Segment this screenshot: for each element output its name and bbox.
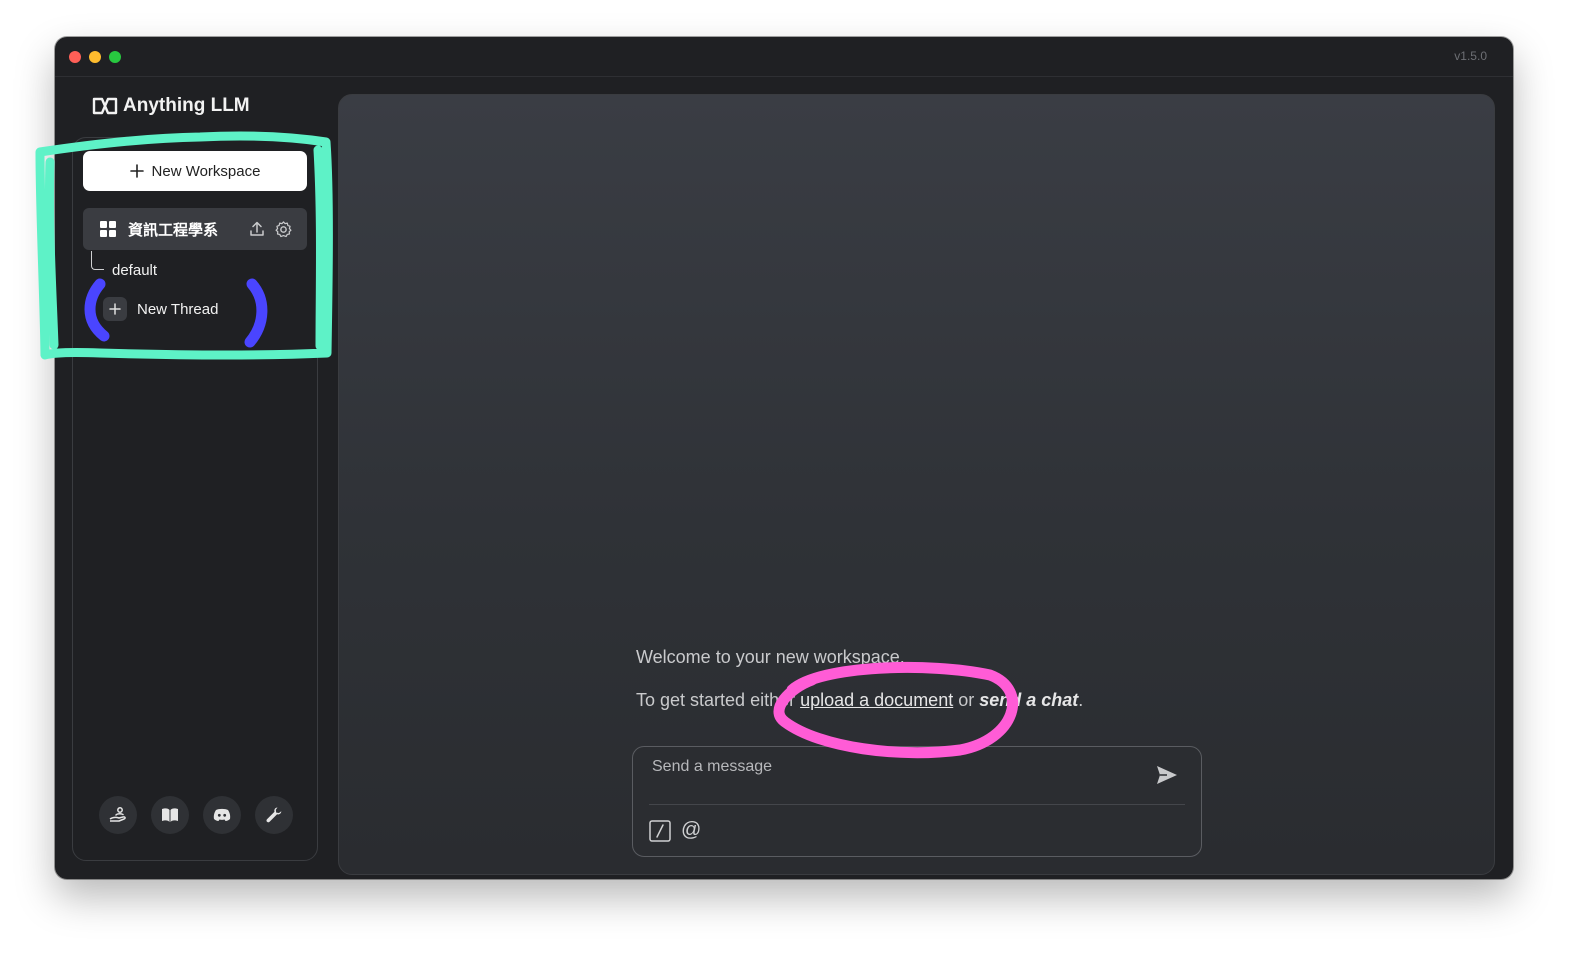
new-thread-label: New Thread [137, 300, 219, 318]
mention-agent-icon[interactable]: @ [681, 819, 701, 842]
app-logo: Anything LLM [92, 95, 250, 117]
new-workspace-button[interactable]: New Workspace [83, 151, 307, 191]
get-started-prefix: To get started either [636, 690, 801, 710]
logo-text: Anything LLM [123, 95, 250, 116]
thread-tree-line [91, 251, 104, 270]
docs-book-icon[interactable] [151, 796, 189, 834]
chat-input-box: @ [632, 746, 1202, 857]
thread-item-default[interactable]: default [112, 262, 157, 279]
get-started-or: or [953, 690, 980, 710]
plus-icon [129, 164, 144, 178]
new-workspace-label: New Workspace [151, 162, 261, 180]
chat-area: Welcome to your new workspace. To get st… [338, 94, 1495, 875]
get-started-suffix: . [1078, 690, 1084, 710]
title-bar: v1.5.0 [55, 37, 1513, 77]
thread-label: default [112, 262, 158, 279]
upload-document-link[interactable]: upload a document [800, 690, 953, 710]
app-window: v1.5.0 Anything LLM New Workspace 資訊工程學系 [55, 37, 1513, 879]
get-started-message: To get started either upload a document … [636, 690, 1083, 711]
anything-llm-logo-icon [92, 97, 118, 115]
chat-divider [649, 804, 1185, 805]
send-icon[interactable] [1155, 763, 1179, 792]
settings-wrench-icon[interactable] [255, 796, 293, 834]
discord-icon[interactable] [203, 796, 241, 834]
plus-icon [103, 297, 127, 321]
workspace-name: 資訊工程學系 [128, 221, 219, 239]
close-window-button[interactable] [69, 51, 81, 63]
upload-icon[interactable] [248, 220, 266, 238]
workspace-grid-icon [100, 221, 116, 237]
slash-command-icon[interactable] [649, 820, 671, 847]
send-chat-link[interactable]: send a chat [979, 690, 1078, 710]
maximize-window-button[interactable] [109, 51, 121, 63]
message-input[interactable] [650, 757, 1134, 777]
welcome-message: Welcome to your new workspace. [636, 647, 905, 668]
minimize-window-button[interactable] [89, 51, 101, 63]
community-hub-icon[interactable] [99, 796, 137, 834]
workspace-item[interactable]: 資訊工程學系 [83, 208, 307, 250]
new-thread-button[interactable]: New Thread [103, 297, 218, 321]
sidebar-footer [99, 796, 293, 834]
welcome-text: Welcome to your new workspace. [636, 647, 905, 667]
version-label: v1.5.0 [1454, 49, 1487, 63]
gear-icon[interactable] [274, 220, 293, 239]
